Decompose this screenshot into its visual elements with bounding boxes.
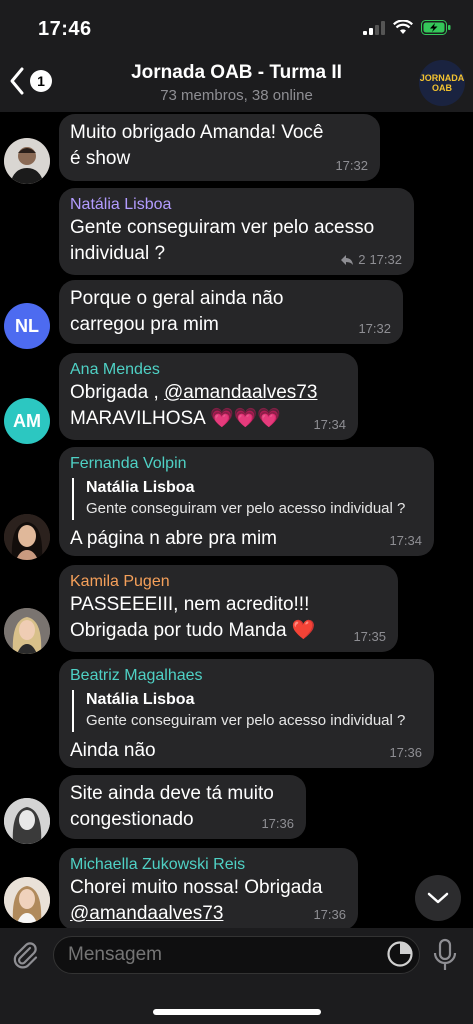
message-bubble[interactable]: Beatriz Magalhaes Natália Lisboa Gente c…: [59, 659, 434, 768]
message-input[interactable]: [53, 936, 420, 974]
sender-name[interactable]: Kamila Pugen: [70, 572, 386, 592]
avatar[interactable]: [4, 514, 50, 560]
chevron-down-icon: [427, 892, 449, 904]
message-bubble[interactable]: Muito obrigado Amanda! Você é show 17:32: [59, 114, 380, 181]
message-meta: 17:34: [389, 533, 422, 548]
message-bubble[interactable]: Fernanda Volpin Natália Lisboa Gente con…: [59, 447, 434, 556]
message-time: 17:34: [313, 417, 346, 432]
message-text: Obrigada , @amandaalves73: [70, 380, 346, 406]
message-text: Chorei muito nossa! Obrigada: [70, 877, 323, 898]
composer-bar: [0, 928, 473, 1024]
user-photo-icon: [4, 798, 50, 844]
group-avatar[interactable]: JORNADA OAB: [419, 60, 465, 106]
user-photo-icon: [4, 138, 50, 184]
sender-name[interactable]: Michaella Zukowski Reis: [70, 855, 346, 875]
reply-sender: Natália Lisboa: [86, 479, 195, 496]
message-text: Site ainda deve tá muito congestionado: [70, 783, 274, 830]
message-bubble[interactable]: Ana Mendes Obrigada , @amandaalves73 MAR…: [59, 353, 358, 440]
paperclip-icon: [13, 942, 38, 969]
battery-icon: [421, 20, 451, 35]
reply-count: 2: [358, 252, 366, 267]
message-text-prefix: Obrigada ,: [70, 382, 164, 403]
user-photo-icon: [4, 877, 50, 923]
message-meta: 2 17:32: [340, 252, 402, 267]
message-meta: 17:32: [335, 158, 368, 173]
microphone-icon: [433, 938, 457, 970]
message-bubble[interactable]: Site ainda deve tá muito congestionado 1…: [59, 775, 306, 839]
message-text: A página n abre pra mim: [70, 528, 278, 549]
signal-icon: [363, 20, 385, 35]
sender-name[interactable]: Ana Mendes: [70, 360, 346, 380]
status-time: 17:46: [38, 18, 92, 40]
reply-icon: [341, 254, 354, 265]
message-meta: 17:35: [353, 629, 386, 644]
attach-button[interactable]: [10, 940, 40, 975]
reply-sender: Natália Lisboa: [86, 691, 195, 708]
reply-text: Gente conseguiram ver pelo acesso indivi…: [86, 712, 406, 729]
message-text: Ainda não: [70, 740, 156, 761]
sender-name[interactable]: Fernanda Volpin: [70, 454, 422, 474]
reply-text: Gente conseguiram ver pelo acesso indivi…: [86, 500, 406, 517]
message-text-line2: Obrigada por tudo Manda ❤️: [70, 620, 316, 641]
status-bar: 17:46: [0, 0, 473, 56]
message-time: 17:32: [358, 321, 391, 336]
message-meta: 17:32: [358, 321, 391, 336]
sender-name[interactable]: Natália Lisboa: [70, 195, 402, 215]
message-time: 17:35: [353, 629, 386, 644]
message-bubble[interactable]: Michaella Zukowski Reis Chorei muito nos…: [59, 848, 358, 928]
avatar[interactable]: [4, 608, 50, 654]
sticker-icon: [387, 941, 413, 967]
message-time: 17:36: [313, 907, 346, 922]
message-meta: 17:36: [389, 745, 422, 760]
message-text: PASSEEEIII, nem acredito!!!: [70, 594, 310, 615]
avatar[interactable]: [4, 138, 50, 184]
avatar[interactable]: [4, 877, 50, 923]
message-time: 17:34: [389, 533, 422, 548]
message-meta: 17:36: [313, 907, 346, 922]
message-bubble[interactable]: Kamila Pugen PASSEEEIII, nem acredito!!!…: [59, 565, 398, 652]
voice-button[interactable]: [432, 938, 458, 977]
message-text: Porque o geral ainda não carregou pra mi…: [70, 288, 284, 335]
scroll-down-button[interactable]: [415, 875, 461, 921]
message-meta: 17:36: [261, 816, 294, 831]
message-bubble[interactable]: Porque o geral ainda não carregou pra mi…: [59, 280, 403, 344]
sender-name[interactable]: Beatriz Magalhaes: [70, 666, 422, 686]
message-meta: 17:34: [313, 417, 346, 432]
status-icons: [363, 20, 451, 35]
mention-link[interactable]: @amandaalves73: [70, 903, 223, 924]
message-text-line2: @amandaalves73: [70, 901, 346, 927]
message-time: 17:32: [369, 252, 402, 267]
user-photo-icon: [4, 514, 50, 560]
message-time: 17:32: [335, 158, 368, 173]
reply-preview[interactable]: Natália Lisboa Gente conseguiram ver pel…: [72, 478, 422, 520]
user-photo-icon: [4, 608, 50, 654]
message-text: Muito obrigado Amanda! Você é show: [70, 122, 324, 169]
sticker-button[interactable]: [386, 940, 414, 973]
home-indicator: [153, 1009, 321, 1015]
message-time: 17:36: [389, 745, 422, 760]
wifi-icon: [393, 20, 413, 34]
chat-area[interactable]: Muito obrigado Amanda! Você é show 17:32…: [0, 112, 473, 928]
mention-link[interactable]: @amandaalves73: [164, 382, 317, 403]
message-bubble[interactable]: Natália Lisboa Gente conseguiram ver pel…: [59, 188, 414, 275]
message-time: 17:36: [261, 816, 294, 831]
group-avatar-text-bottom: OAB: [432, 83, 452, 93]
avatar[interactable]: AM: [4, 398, 50, 444]
reply-preview[interactable]: Natália Lisboa Gente conseguiram ver pel…: [72, 690, 422, 732]
chat-header: 1 Jornada OAB - Turma II 73 membros, 38 …: [0, 56, 473, 113]
message-text-line2: MARAVILHOSA 💗💗💗: [70, 408, 282, 429]
avatar[interactable]: [4, 798, 50, 844]
chat-title[interactable]: Jornada OAB - Turma II: [0, 62, 473, 84]
avatar[interactable]: NL: [4, 303, 50, 349]
group-avatar-text-top: JORNADA: [419, 73, 465, 83]
chat-subtitle: 73 membros, 38 online: [160, 87, 313, 104]
